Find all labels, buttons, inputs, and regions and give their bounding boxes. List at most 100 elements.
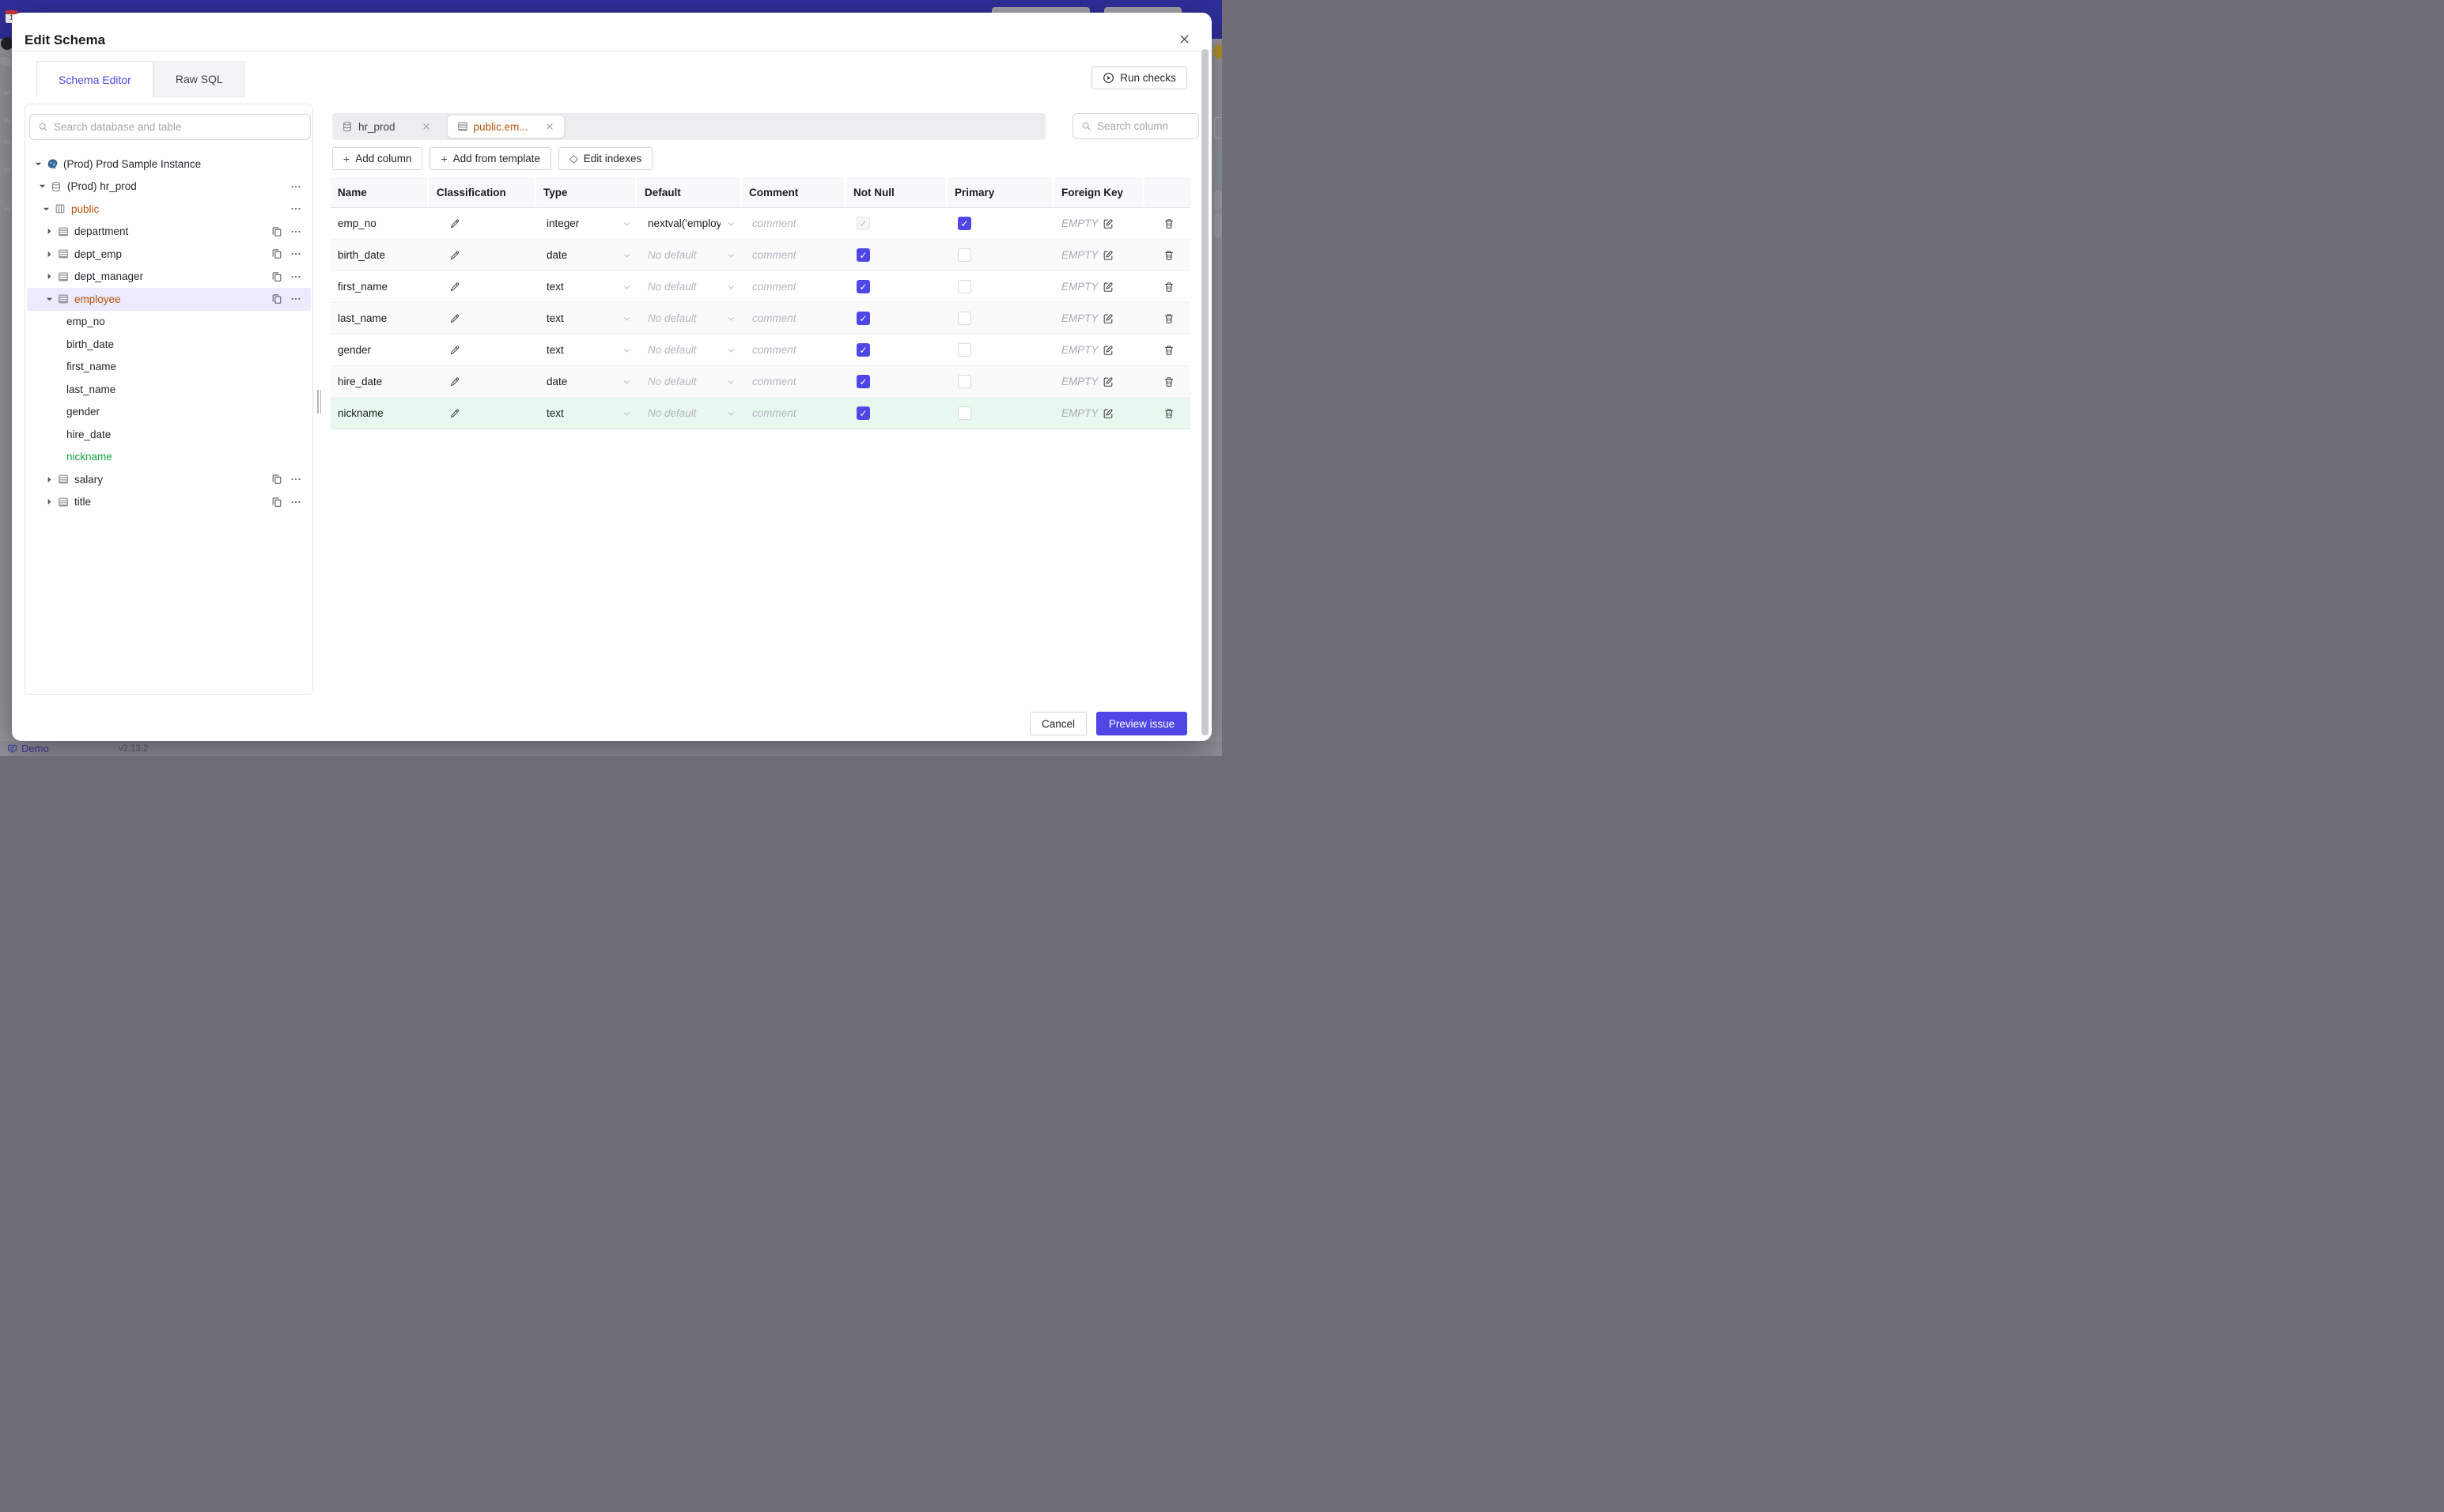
caret-down-icon[interactable]	[37, 183, 47, 190]
tree-item-last_name[interactable]: last_name	[27, 378, 311, 401]
classification-pencil-icon[interactable]	[449, 408, 460, 419]
chevron-down-icon[interactable]	[622, 314, 631, 323]
comment-input[interactable]: comment	[752, 217, 796, 229]
delete-column-icon[interactable]	[1163, 218, 1175, 229]
chevron-down-icon[interactable]	[727, 346, 736, 354]
primary-checkbox-unchecked[interactable]	[958, 248, 971, 262]
comment-input[interactable]: comment	[752, 249, 796, 261]
column-name[interactable]: first_name	[338, 281, 388, 293]
panel-resizer-handle[interactable]	[317, 390, 323, 414]
type-select[interactable]: text	[547, 281, 564, 293]
comment-input[interactable]: comment	[752, 344, 796, 356]
more-options-icon[interactable]	[290, 226, 301, 237]
chevron-down-icon[interactable]	[727, 219, 736, 228]
copy-icon[interactable]	[271, 226, 282, 237]
column-name[interactable]: emp_no	[338, 217, 376, 229]
add-from-template-button[interactable]: + Add from template	[429, 147, 551, 170]
tree-item-employee[interactable]: employee	[27, 288, 311, 311]
more-options-icon[interactable]	[290, 271, 301, 282]
edit-indexes-button[interactable]: ◇ Edit indexes	[558, 147, 653, 170]
more-options-icon[interactable]	[290, 248, 301, 259]
close-tab-icon[interactable]	[422, 122, 431, 131]
type-select[interactable]: date	[547, 249, 567, 261]
not-null-checkbox-checked[interactable]: ✓	[857, 312, 870, 325]
comment-input[interactable]: comment	[752, 312, 796, 324]
chevron-down-icon[interactable]	[727, 377, 736, 386]
column-name[interactable]: hire_date	[338, 376, 382, 387]
chevron-down-icon[interactable]	[622, 251, 631, 259]
chevron-down-icon[interactable]	[622, 219, 631, 228]
caret-right-icon[interactable]	[44, 498, 54, 505]
preview-issue-button[interactable]: Preview issue	[1096, 712, 1187, 735]
copy-icon[interactable]	[271, 497, 282, 508]
tree-item-gender[interactable]: gender	[27, 401, 311, 424]
copy-icon[interactable]	[271, 293, 282, 304]
caret-right-icon[interactable]	[44, 476, 54, 483]
delete-column-icon[interactable]	[1163, 313, 1175, 324]
chevron-down-icon[interactable]	[622, 346, 631, 354]
run-checks-button[interactable]: Run checks	[1091, 66, 1187, 89]
delete-column-icon[interactable]	[1163, 376, 1175, 387]
edit-foreign-key-icon[interactable]	[1103, 313, 1114, 324]
column-name[interactable]: gender	[338, 344, 371, 356]
classification-pencil-icon[interactable]	[449, 376, 460, 387]
delete-column-icon[interactable]	[1163, 250, 1175, 261]
database-search[interactable]	[29, 114, 311, 140]
default-select[interactable]: No default	[648, 376, 697, 387]
type-select[interactable]: text	[547, 344, 564, 356]
close-icon[interactable]	[1175, 30, 1193, 47]
tree-item-birth_date[interactable]: birth_date	[27, 333, 311, 356]
not-null-checkbox-checked[interactable]: ✓	[857, 343, 870, 357]
caret-down-icon[interactable]	[41, 206, 51, 213]
classification-pencil-icon[interactable]	[449, 250, 460, 261]
more-options-icon[interactable]	[290, 203, 301, 214]
edit-foreign-key-icon[interactable]	[1103, 345, 1114, 356]
edit-foreign-key-icon[interactable]	[1103, 376, 1114, 387]
tree-item-department[interactable]: department	[27, 221, 311, 244]
close-tab-icon[interactable]	[545, 122, 554, 131]
copy-icon[interactable]	[271, 271, 282, 282]
default-select[interactable]: No default	[648, 281, 697, 293]
column-name[interactable]: nickname	[338, 407, 384, 419]
default-select[interactable]: nextval('employ	[648, 217, 721, 229]
default-select[interactable]: No default	[648, 407, 697, 419]
open-tab-hr-prod[interactable]: hr_prod	[332, 113, 441, 140]
caret-right-icon[interactable]	[44, 251, 54, 258]
primary-checkbox-checked[interactable]: ✓	[958, 217, 971, 230]
chevron-down-icon[interactable]	[727, 314, 736, 323]
tab-raw-sql[interactable]: Raw SQL	[153, 61, 245, 97]
column-name[interactable]: birth_date	[338, 249, 385, 261]
type-select[interactable]: text	[547, 312, 564, 324]
cancel-button[interactable]: Cancel	[1030, 712, 1087, 735]
primary-checkbox-unchecked[interactable]	[958, 312, 971, 325]
tree-item-prod-prod-sample-instance[interactable]: (Prod) Prod Sample Instance	[27, 153, 311, 176]
not-null-checkbox-checked[interactable]: ✓	[857, 280, 870, 293]
tree-item-salary[interactable]: salary	[27, 468, 311, 491]
chevron-down-icon[interactable]	[622, 282, 631, 291]
classification-pencil-icon[interactable]	[449, 345, 460, 356]
default-select[interactable]: No default	[648, 344, 697, 356]
not-null-checkbox-checked[interactable]: ✓	[857, 248, 870, 262]
tree-item-dept_emp[interactable]: dept_emp	[27, 243, 311, 266]
tab-schema-editor[interactable]: Schema Editor	[36, 61, 153, 97]
copy-icon[interactable]	[271, 474, 282, 485]
chevron-down-icon[interactable]	[622, 409, 631, 418]
chevron-down-icon[interactable]	[727, 282, 736, 291]
tree-item-hire_date[interactable]: hire_date	[27, 423, 311, 446]
primary-checkbox-unchecked[interactable]	[958, 343, 971, 357]
more-options-icon[interactable]	[290, 497, 301, 508]
caret-down-icon[interactable]	[44, 296, 54, 303]
type-select[interactable]: date	[547, 376, 567, 387]
open-tab-public-employee[interactable]: public.em...	[446, 115, 565, 138]
more-options-icon[interactable]	[290, 181, 301, 192]
comment-input[interactable]: comment	[752, 281, 796, 293]
comment-input[interactable]: comment	[752, 376, 796, 387]
not-null-checkbox-checked[interactable]: ✓	[857, 375, 870, 388]
not-null-checkbox-checked-disabled[interactable]: ✓	[857, 217, 870, 230]
edit-foreign-key-icon[interactable]	[1103, 282, 1114, 293]
delete-column-icon[interactable]	[1163, 282, 1175, 293]
database-search-input[interactable]	[54, 121, 302, 133]
type-select[interactable]: integer	[547, 217, 579, 229]
delete-column-icon[interactable]	[1163, 345, 1175, 356]
column-name[interactable]: last_name	[338, 312, 387, 324]
